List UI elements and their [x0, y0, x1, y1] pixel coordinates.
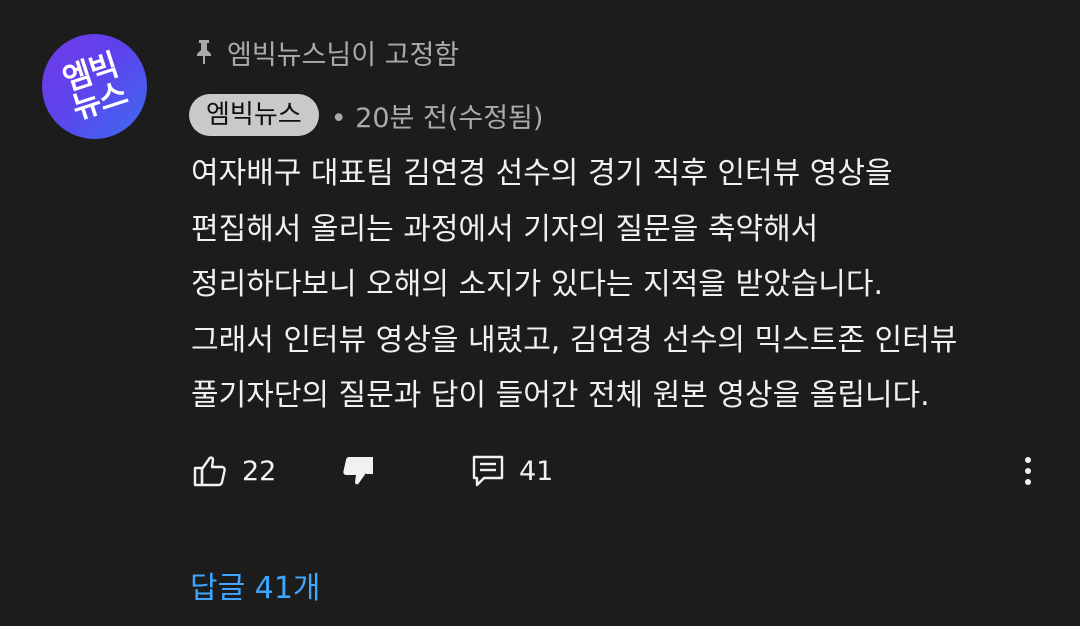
comment-body: 여자배구 대표팀 김연경 선수의 경기 직후 인터뷰 영상을 편집해서 올리는 … [191, 146, 1061, 424]
comment-header: 엠빅뉴스 • 20분 전(수정됨) [189, 93, 543, 137]
pinned-indicator: 엠빅뉴스님이 고정함 [195, 32, 459, 72]
like-count: 22 [242, 455, 277, 487]
comment-timestamp[interactable]: • 20분 전(수정됨) [331, 96, 544, 135]
author-name-chip[interactable]: 엠빅뉴스 [189, 94, 319, 136]
reply-count: 41 [519, 455, 554, 487]
thumbs-up-icon [192, 453, 228, 489]
reply-button[interactable]: 41 [471, 448, 553, 494]
pinned-label: 엠빅뉴스님이 고정함 [227, 39, 460, 71]
more-vert-icon [1022, 453, 1034, 489]
comment-icon [471, 453, 505, 489]
view-replies-link[interactable]: 답글 41개 [190, 563, 321, 607]
more-options-button[interactable] [1022, 448, 1034, 494]
pin-icon [195, 38, 213, 66]
comment-line: 정리하다보니 오해의 소지가 있다는 지적을 받았습니다. [191, 267, 884, 302]
channel-avatar[interactable]: 엠빅 뉴스 [42, 34, 147, 139]
avatar-logo-text: 엠빅 뉴스 [58, 46, 131, 127]
comment-line: 편집해서 올리는 과정에서 기자의 질문을 축약해서 [191, 211, 819, 247]
comment-line: 여자배구 대표팀 김연경 선수의 경기 직후 인터뷰 영상을 [191, 156, 893, 191]
comment-line: 풀기자단의 질문과 답이 들어간 전체 원본 영상을 올립니다. [191, 378, 930, 413]
like-button[interactable]: 22 [192, 448, 276, 494]
thumbs-down-icon [340, 453, 376, 489]
comment-actions: 22 41 [190, 448, 1050, 494]
dislike-button[interactable] [340, 448, 376, 494]
comment-line: 그래서 인터뷰 영상을 내렸고, 김연경 선수의 믹스트존 인터뷰 [191, 322, 958, 358]
